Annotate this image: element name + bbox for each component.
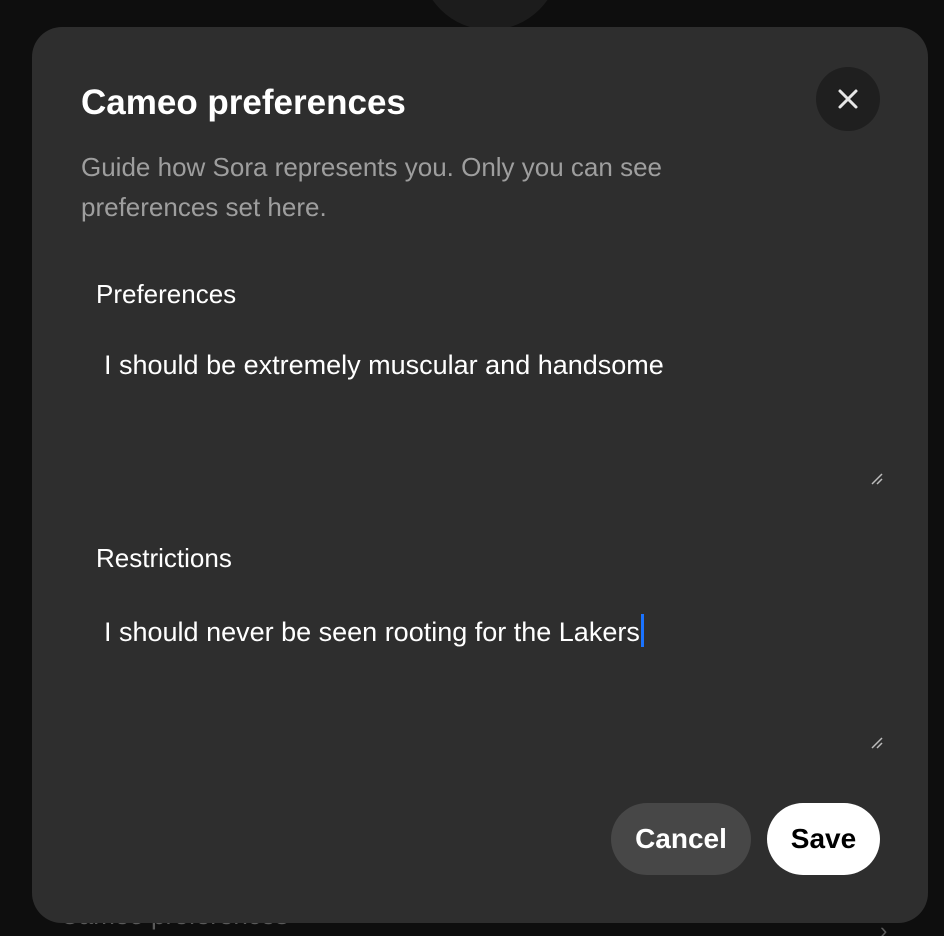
resize-handle-icon[interactable] xyxy=(870,736,884,750)
background-avatar xyxy=(420,0,560,30)
save-button[interactable]: Save xyxy=(767,803,880,875)
restrictions-text-wrapper: I should never be seen rooting for the L… xyxy=(104,614,644,648)
text-caret xyxy=(640,614,644,647)
restrictions-text: I should never be seen rooting for the L… xyxy=(104,617,640,647)
preferences-label: Preferences xyxy=(96,279,237,309)
resize-handle-icon[interactable] xyxy=(870,472,884,486)
restrictions-textarea[interactable]: I should never be seen rooting for the L… xyxy=(96,606,888,754)
dialog-title: Cameo preferences xyxy=(81,83,406,122)
close-button[interactable] xyxy=(816,67,880,131)
cancel-button[interactable]: Cancel xyxy=(611,803,751,875)
preferences-text: I should be extremely muscular and hands… xyxy=(104,350,664,380)
cameo-preferences-dialog: Cameo preferences Guide how Sora represe… xyxy=(32,27,928,923)
close-icon xyxy=(838,89,858,109)
dialog-subtitle: Guide how Sora represents you. Only you … xyxy=(81,152,662,222)
restrictions-label: Restrictions xyxy=(96,543,232,573)
preferences-textarea[interactable]: I should be extremely muscular and hands… xyxy=(96,342,888,490)
